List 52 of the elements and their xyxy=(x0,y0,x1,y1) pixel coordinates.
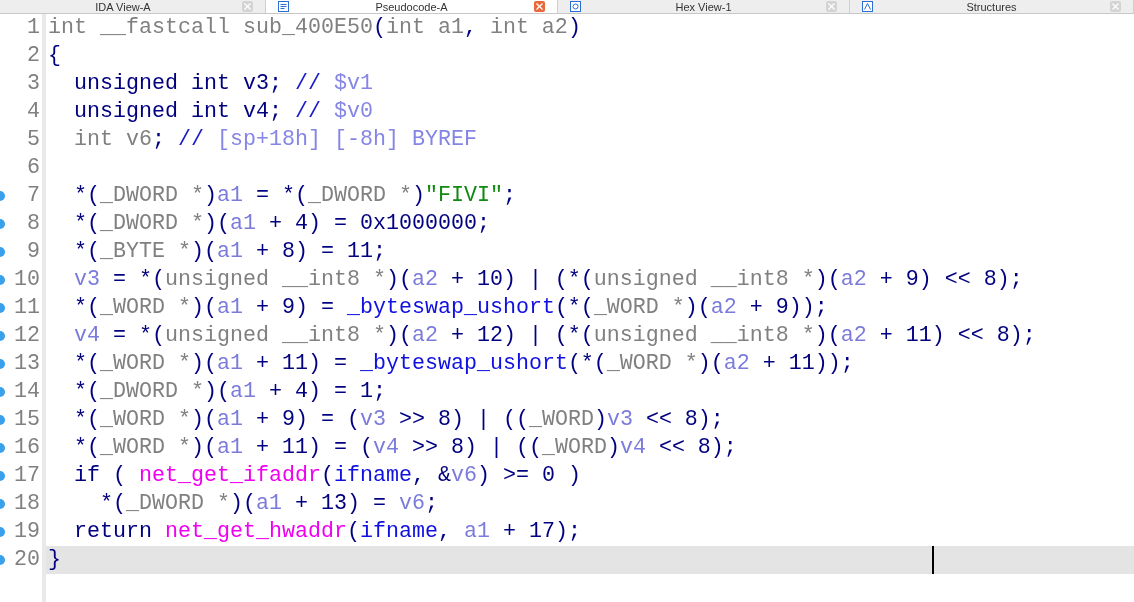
line-number: 18 xyxy=(14,490,40,518)
close-icon xyxy=(1112,3,1119,10)
line-number: 12 xyxy=(14,322,40,350)
code-line: unsigned int v3; // $v1 xyxy=(73,71,373,96)
tab[interactable]: Pseudocode-A xyxy=(266,0,558,13)
line-number: 11 xyxy=(14,294,40,322)
close-button[interactable] xyxy=(1110,1,1121,12)
code-line: *(_DWORD *)(a1 + 13) = v6; xyxy=(98,491,438,516)
line-number: 20 xyxy=(14,546,40,574)
code-line: v4 = *(unsigned __int8 *)(a2 + 12) | (*(unsigned __int8 *)(a2 + 11) << 8); xyxy=(73,323,1036,348)
close-button[interactable] xyxy=(534,1,545,12)
line-number: 3 xyxy=(27,70,40,98)
line-number: 15 xyxy=(14,406,40,434)
line-number: 19 xyxy=(14,518,40,546)
code-line: if ( net_get_ifaddr(ifname, &v6) >= 0 ) xyxy=(73,463,581,488)
document-icon xyxy=(278,1,289,12)
code-line: unsigned int v4; // $v0 xyxy=(73,99,373,124)
code-line: *(_WORD *)(a1 + 9) = (v3 >> 8) | ((_WORD)v3 << 8); xyxy=(73,407,724,432)
line-number: 8 xyxy=(27,210,40,238)
code-line: *(_DWORD *)(a1 + 4) = 0x1000000; xyxy=(73,211,490,236)
code-line: *(_WORD *)(a1 + 11) = _byteswap_ushort(*(_WORD *)(a2 + 11)); xyxy=(73,351,854,376)
code-line: { xyxy=(48,43,61,68)
code-line: *(_WORD *)(a1 + 9) = _byteswap_ushort(*(_WORD *)(a2 + 9)); xyxy=(73,295,828,320)
close-button[interactable] xyxy=(242,1,253,12)
close-button[interactable] xyxy=(826,1,837,12)
line-number: 7 xyxy=(27,182,40,210)
close-icon xyxy=(536,3,543,10)
code-line: *(_WORD *)(a1 + 11) = (v4 >> 8) | ((_WORD)v4 << 8); xyxy=(73,435,737,460)
line-number: 10 xyxy=(14,266,40,294)
code-line: *(_DWORD *)(a1 + 4) = 1; xyxy=(73,379,386,404)
code-line: int v6; // [sp+18h] [-8h] BYREF xyxy=(73,127,477,152)
code-line: v3 = *(unsigned __int8 *)(a2 + 10) | (*(unsigned __int8 *)(a2 + 9) << 8); xyxy=(73,267,1023,292)
line-number: 1 xyxy=(27,14,40,42)
line-number: 6 xyxy=(27,154,40,182)
text-cursor-icon xyxy=(932,546,934,574)
code-line: } xyxy=(48,547,61,572)
triangle-icon xyxy=(862,1,873,12)
line-number: 9 xyxy=(27,238,40,266)
line-number: 16 xyxy=(14,434,40,462)
code-line: return net_get_hwaddr(ifname, a1 + 17); xyxy=(73,519,581,544)
line-number: 13 xyxy=(14,350,40,378)
code-line: *(_BYTE *)(a1 + 8) = 11; xyxy=(73,239,386,264)
line-number: 17 xyxy=(14,462,40,490)
code-line: *(_DWORD *)a1 = *(_DWORD *)"FIVI"; xyxy=(73,183,516,208)
line-number: 4 xyxy=(27,98,40,126)
circle-icon xyxy=(570,1,581,12)
code-line: int __fastcall sub_400E50(int a1, int a2) xyxy=(48,15,581,40)
line-number: 14 xyxy=(14,378,40,406)
close-icon xyxy=(244,3,251,10)
line-number: 2 xyxy=(27,42,40,70)
line-number: 5 xyxy=(27,126,40,154)
close-icon xyxy=(828,3,835,10)
